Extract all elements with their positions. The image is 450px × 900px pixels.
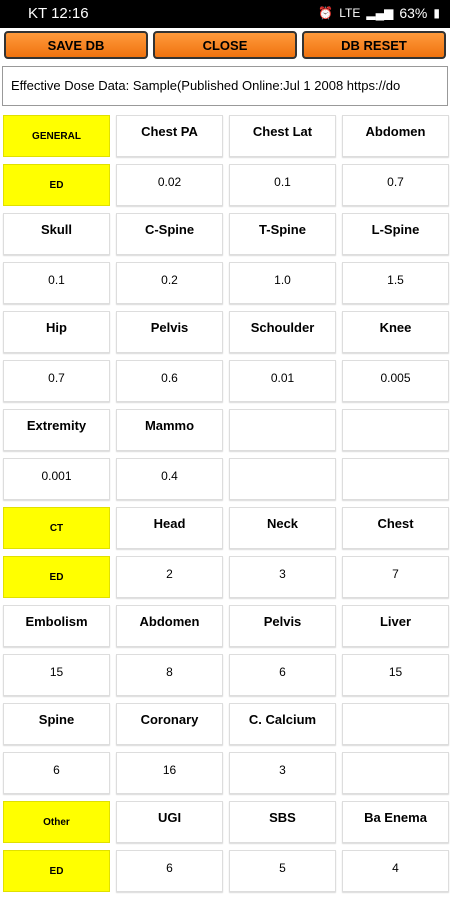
section-label: Other — [3, 801, 110, 843]
dose-value-cell[interactable]: 0.01 — [229, 360, 336, 402]
dose-table: GENERAL Chest PA Chest Lat Abdomen ED 0.02 0.1… — [3, 115, 449, 899]
status-bar: KT 12:16 ⏰ LTE ▂▄▆ 63% ▮ — [0, 0, 450, 28]
exam-name-cell[interactable]: Chest PA — [116, 115, 223, 157]
dose-value-cell[interactable]: 6 — [229, 654, 336, 696]
exam-name-cell[interactable]: Chest — [342, 507, 449, 549]
dose-value-cell[interactable]: 8 — [116, 654, 223, 696]
exam-name-cell[interactable]: Abdomen — [116, 605, 223, 647]
dose-value-cell[interactable]: 5 — [229, 850, 336, 892]
dose-value-cell[interactable]: 0.7 — [342, 164, 449, 206]
exam-name-cell[interactable]: UGI — [116, 801, 223, 843]
save-db-button[interactable]: SAVE DB — [4, 31, 148, 59]
exam-name-cell[interactable]: Pelvis — [229, 605, 336, 647]
dose-value-cell[interactable] — [229, 458, 336, 500]
section-label: ED — [3, 850, 110, 892]
dose-value-cell[interactable]: 0.001 — [3, 458, 110, 500]
section-label: CT — [3, 507, 110, 549]
exam-name-cell[interactable]: C-Spine — [116, 213, 223, 255]
battery-icon: ▮ — [433, 6, 440, 20]
db-reset-button[interactable]: DB RESET — [302, 31, 446, 59]
dose-value-cell[interactable] — [342, 752, 449, 794]
dose-value-cell[interactable]: 3 — [229, 556, 336, 598]
dose-value-cell[interactable]: 3 — [229, 752, 336, 794]
dose-value-cell[interactable]: 0.4 — [116, 458, 223, 500]
exam-name-cell[interactable]: Spine — [3, 703, 110, 745]
dose-value-cell[interactable]: 7 — [342, 556, 449, 598]
exam-name-cell[interactable]: Extremity — [3, 409, 110, 451]
dose-value-cell[interactable]: 15 — [3, 654, 110, 696]
dose-value-cell[interactable] — [342, 458, 449, 500]
exam-name-cell[interactable]: C. Calcium — [229, 703, 336, 745]
exam-name-cell[interactable]: L-Spine — [342, 213, 449, 255]
exam-name-cell[interactable]: Schoulder — [229, 311, 336, 353]
dose-value-cell[interactable]: 4 — [342, 850, 449, 892]
dose-value-cell[interactable]: 0.6 — [116, 360, 223, 402]
carrier-time: KT 12:16 — [28, 5, 89, 22]
exam-name-cell[interactable]: Coronary — [116, 703, 223, 745]
status-icons: ⏰ LTE ▂▄▆ 63% ▮ — [318, 5, 440, 21]
dose-value-cell[interactable]: 0.005 — [342, 360, 449, 402]
exam-name-cell[interactable]: Chest Lat — [229, 115, 336, 157]
exam-name-cell[interactable]: Pelvis — [116, 311, 223, 353]
exam-name-cell[interactable]: Hip — [3, 311, 110, 353]
dose-value-cell[interactable]: 0.1 — [3, 262, 110, 304]
dose-value-cell[interactable]: 16 — [116, 752, 223, 794]
lte-signal-icon: LTE — [339, 6, 361, 20]
dose-value-cell[interactable]: 15 — [342, 654, 449, 696]
section-label: ED — [3, 556, 110, 598]
exam-name-cell[interactable]: T-Spine — [229, 213, 336, 255]
exam-name-cell[interactable]: Abdomen — [342, 115, 449, 157]
exam-name-cell[interactable]: Head — [116, 507, 223, 549]
exam-name-cell[interactable] — [342, 409, 449, 451]
dose-value-cell[interactable]: 1.5 — [342, 262, 449, 304]
exam-name-cell[interactable]: Knee — [342, 311, 449, 353]
dose-value-cell[interactable]: 6 — [3, 752, 110, 794]
exam-name-cell[interactable]: Mammo — [116, 409, 223, 451]
dose-value-cell[interactable]: 6 — [116, 850, 223, 892]
alarm-icon: ⏰ — [318, 6, 334, 20]
dose-value-cell[interactable]: 0.02 — [116, 164, 223, 206]
close-button[interactable]: CLOSE — [153, 31, 297, 59]
exam-name-cell[interactable]: Skull — [3, 213, 110, 255]
signal-bars-icon: ▂▄▆ — [366, 6, 394, 20]
dose-value-cell[interactable]: 0.2 — [116, 262, 223, 304]
exam-name-cell[interactable] — [342, 703, 449, 745]
dose-value-cell[interactable]: 2 — [116, 556, 223, 598]
section-label: ED — [3, 164, 110, 206]
dose-value-cell[interactable]: 0.1 — [229, 164, 336, 206]
exam-name-cell[interactable]: Neck — [229, 507, 336, 549]
info-text: Effective Dose Data: Sample(Published On… — [2, 66, 448, 106]
exam-name-cell[interactable] — [229, 409, 336, 451]
section-label: GENERAL — [3, 115, 110, 157]
battery-percent: 63% — [399, 5, 428, 21]
exam-name-cell[interactable]: SBS — [229, 801, 336, 843]
exam-name-cell[interactable]: Liver — [342, 605, 449, 647]
exam-name-cell[interactable]: Embolism — [3, 605, 110, 647]
dose-value-cell[interactable]: 0.7 — [3, 360, 110, 402]
exam-name-cell[interactable]: Ba Enema — [342, 801, 449, 843]
dose-value-cell[interactable]: 1.0 — [229, 262, 336, 304]
